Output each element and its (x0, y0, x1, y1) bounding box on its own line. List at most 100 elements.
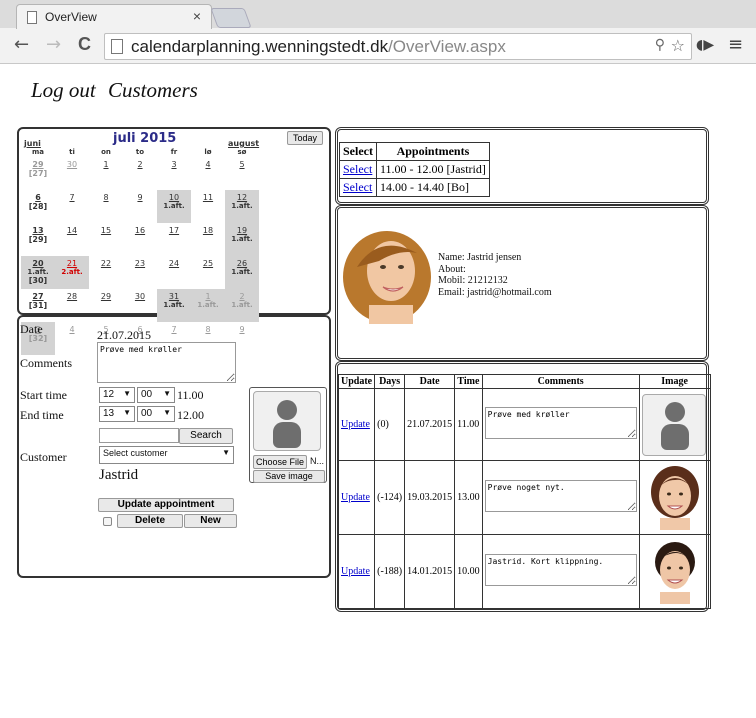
calendar-day[interactable]: 11 (191, 190, 225, 223)
history-comment-textarea[interactable]: Prøve noget nyt. (484, 480, 637, 512)
calendar-day[interactable]: 2 1.aft. (225, 289, 259, 322)
calendar-day[interactable]: 13 [29] (21, 223, 55, 256)
bookmark-star-icon[interactable]: ☆ (671, 36, 685, 55)
person-icon-body (660, 423, 689, 450)
calendar-day[interactable]: 27 [31] (21, 289, 55, 322)
person-icon (277, 400, 297, 420)
start-hour-value: 12 (103, 389, 115, 400)
address-bar[interactable]: calendarplanning.wenningstedt.dk/OverVie… (104, 33, 692, 60)
new-tab-button[interactable] (210, 8, 252, 28)
calendar-day[interactable]: 8 (89, 190, 123, 223)
calendar-day-number: 7 (171, 325, 177, 334)
calendar-next-month[interactable]: august (228, 139, 259, 148)
reload-icon[interactable]: C (78, 34, 91, 55)
calendar-day-number: 8 (103, 193, 109, 202)
start-minute-select[interactable]: 00 ▼ (137, 387, 175, 403)
customer-search-input[interactable] (99, 428, 179, 443)
calendar-day[interactable]: 28 (55, 289, 89, 322)
tab-title: OverView (45, 10, 97, 24)
calendar-day[interactable]: 30 (55, 157, 89, 190)
new-button[interactable]: New (184, 514, 237, 528)
back-icon[interactable]: ← (14, 34, 29, 55)
table-cell: Update (337, 388, 376, 461)
today-button[interactable]: Today (287, 131, 323, 145)
calendar-day-number: 16 (134, 226, 146, 235)
calendar-day[interactable]: 25 (191, 256, 225, 289)
calendar-header-day: to (135, 148, 145, 156)
calendar-day[interactable]: 16 (123, 223, 157, 256)
delete-checkbox[interactable] (103, 517, 112, 526)
calendar-day[interactable]: 7 (55, 190, 89, 223)
calendar-day[interactable]: 14 (55, 223, 89, 256)
calendar-day[interactable]: 5 (225, 157, 259, 190)
end-hour-select[interactable]: 13 ▼ (99, 406, 135, 422)
calendar-day[interactable]: 3 (157, 157, 191, 190)
history-comment-textarea[interactable]: Jastrid. Kort klippning. (484, 554, 637, 586)
calendar-day[interactable]: 31 1.aft. (157, 289, 191, 322)
calendar-day[interactable]: 24 (157, 256, 191, 289)
calendar-day-number: 11 (202, 193, 214, 202)
end-hour-value: 13 (103, 408, 115, 419)
update-link[interactable]: Update (341, 566, 370, 577)
calendar-day[interactable]: 4 (55, 322, 89, 355)
calendar-day-number: 30 (66, 160, 78, 169)
logout-link[interactable]: Log out (31, 78, 96, 103)
chevron-down-icon: ▼ (123, 389, 131, 398)
calendar-day[interactable]: 30 (123, 289, 157, 322)
calendar-day[interactable]: 6 [28] (21, 190, 55, 223)
search-button[interactable]: Search (179, 428, 233, 444)
update-link[interactable]: Update (341, 419, 370, 430)
end-minute-select[interactable]: 00 ▼ (137, 406, 175, 422)
calendar-day-number: 3 (171, 160, 177, 169)
image-upload-box: Choose File N... Save image (249, 387, 327, 483)
calendar-day-number: 24 (168, 259, 180, 268)
no-file-text: N... (310, 456, 325, 466)
history-portrait (654, 542, 695, 604)
days-cell: (-188) (374, 534, 406, 609)
calendar-day[interactable]: 15 (89, 223, 123, 256)
calendar-day[interactable]: 4 (191, 157, 225, 190)
update-appointment-button[interactable]: Update appointment (98, 498, 234, 512)
calendar-day[interactable]: 29 [27] (21, 157, 55, 190)
calendar-day[interactable]: 23 (123, 256, 157, 289)
image-cell (638, 460, 711, 535)
delete-button[interactable]: Delete (117, 514, 183, 528)
history-table: Update Days Date Time Comments Image Upd… (337, 374, 711, 609)
forward-icon[interactable]: → (46, 34, 61, 55)
customer-select[interactable]: Select customer ▼ (99, 446, 234, 464)
extension-icon[interactable]: ◖▶ (696, 37, 714, 53)
menu-icon[interactable]: ≡ (728, 34, 743, 55)
update-link[interactable]: Update (341, 492, 370, 503)
calendar-day[interactable]: 21 2.aft. (55, 256, 89, 289)
calendar-day-tag: 1.aft. (231, 202, 253, 210)
tab-close-icon[interactable]: × (193, 8, 201, 24)
calendar-prev-month[interactable]: juni (24, 139, 41, 148)
calendar-day[interactable]: 2 (123, 157, 157, 190)
calendar-day[interactable]: 29 (89, 289, 123, 322)
customers-link[interactable]: Customers (108, 78, 198, 103)
calendar-day[interactable]: 10 1.aft. (157, 190, 191, 223)
comments-textarea[interactable]: Prøve med krøller (97, 342, 236, 383)
choose-file-button[interactable]: Choose File (253, 455, 307, 469)
calendar-day[interactable]: 18 (191, 223, 225, 256)
calendar-day[interactable]: 19 1.aft. (225, 223, 259, 256)
calendar-day-number: 26 (236, 259, 248, 268)
calendar-day[interactable]: 9 (123, 190, 157, 223)
calendar-day[interactable]: 17 (157, 223, 191, 256)
browser-tab[interactable]: OverView × (16, 4, 212, 29)
history-portrait (650, 466, 699, 530)
select-link[interactable]: Select (343, 180, 372, 194)
zoom-icon[interactable]: ⚲ (655, 37, 665, 53)
calendar-day-number: 25 (202, 259, 214, 268)
history-comment-textarea[interactable]: Prøve med krøller (484, 407, 637, 439)
calendar-day[interactable]: 22 (89, 256, 123, 289)
select-link[interactable]: Select (343, 162, 372, 176)
calendar-day-number: 22 (100, 259, 112, 268)
start-hour-select[interactable]: 12 ▼ (99, 387, 135, 403)
calendar-day[interactable]: 20 1.aft. [30] (21, 256, 55, 289)
save-image-button[interactable]: Save image (253, 470, 325, 483)
calendar-day[interactable]: 26 1.aft. (225, 256, 259, 289)
calendar-day[interactable]: 1 1.aft. (191, 289, 225, 322)
calendar-day[interactable]: 12 1.aft. (225, 190, 259, 223)
calendar-day[interactable]: 1 (89, 157, 123, 190)
